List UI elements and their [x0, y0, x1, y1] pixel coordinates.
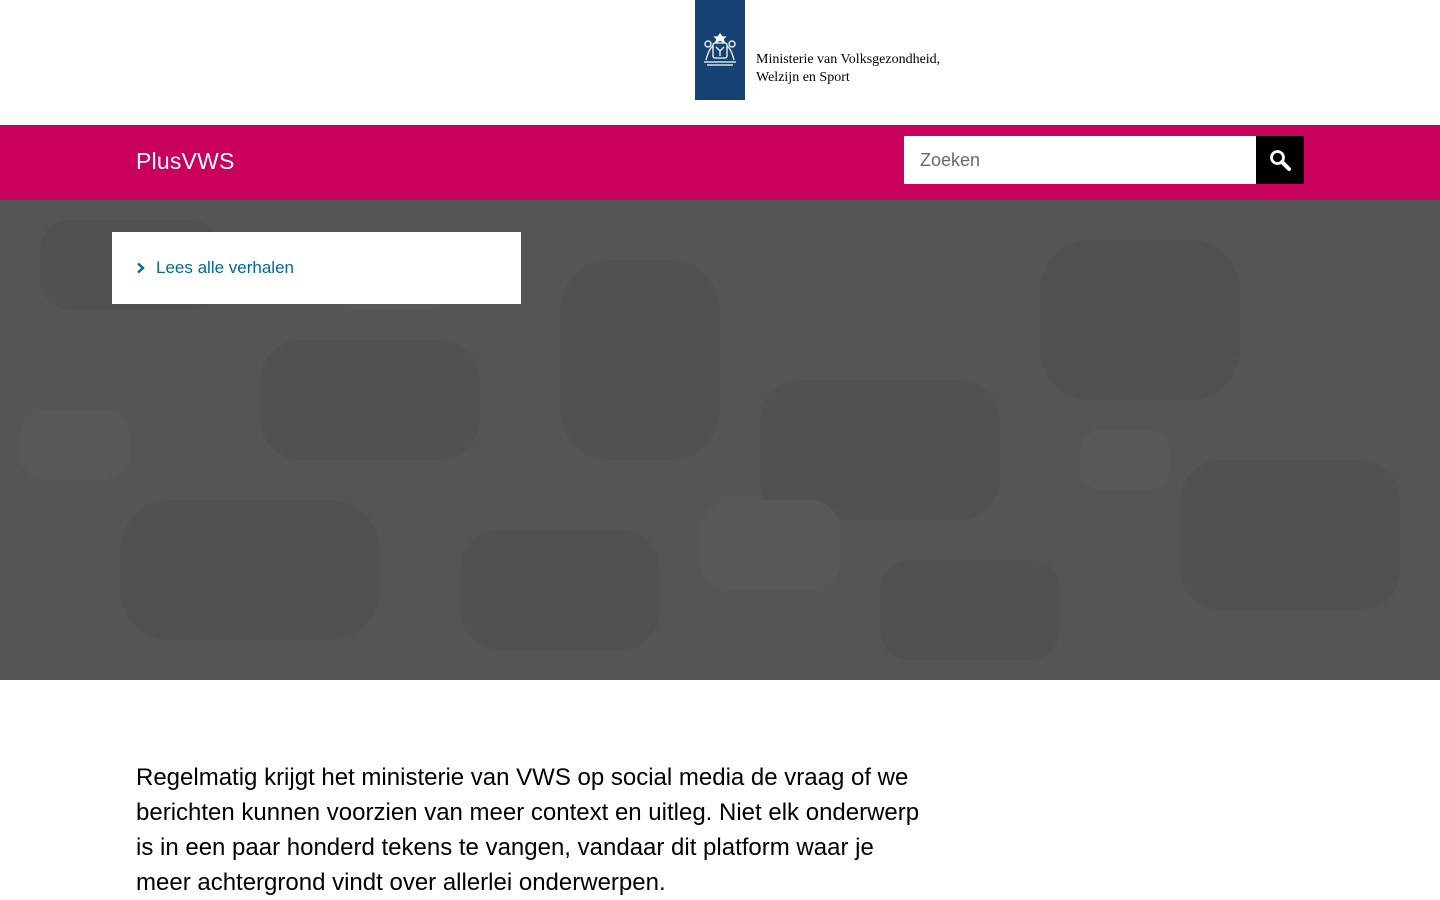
stories-link-card: Lees alle verhalen — [112, 232, 521, 304]
coat-of-arms-icon — [704, 32, 736, 66]
government-logo[interactable] — [695, 0, 745, 100]
ministry-name: Ministerie van Volksgezondheid, Welzijn … — [756, 51, 940, 87]
read-all-stories-label: Lees alle verhalen — [156, 258, 294, 277]
ministry-name-line2: Welzijn en Sport — [756, 70, 850, 85]
read-all-stories-link[interactable]: Lees alle verhalen — [136, 258, 294, 278]
search-icon — [1270, 150, 1291, 171]
intro-paragraph: Regelmatig krijgt het ministerie van VWS… — [136, 764, 920, 896]
search-form — [904, 136, 1304, 184]
hero-banner: Lees alle verhalen — [0, 200, 1440, 680]
chevron-right-icon — [137, 262, 145, 274]
search-input[interactable] — [904, 136, 1256, 184]
ministry-name-line1: Ministerie van Volksgezondheid, — [756, 52, 941, 67]
site-title-link[interactable]: PlusVWS — [136, 148, 235, 175]
search-button[interactable] — [1256, 136, 1304, 184]
logo-header: Ministerie van Volksgezondheid, Welzijn … — [0, 0, 1440, 125]
